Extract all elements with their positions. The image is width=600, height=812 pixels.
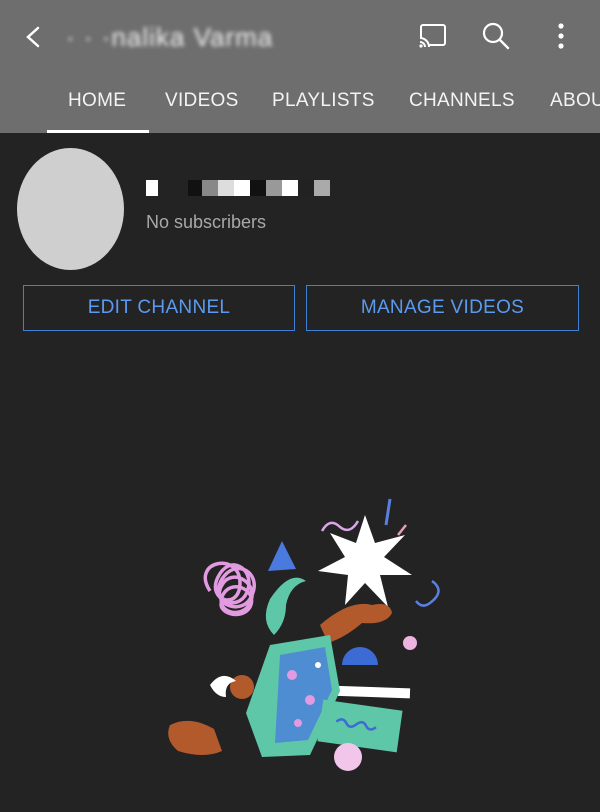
empty-channel-illustration xyxy=(168,498,440,771)
cast-button[interactable] xyxy=(414,18,450,54)
avatar[interactable] xyxy=(17,148,124,270)
manage-videos-button[interactable]: MANAGE VIDEOS xyxy=(306,285,579,331)
app-bar: · · ·nalika Varma HOME VIDEOS PLAYLISTS … xyxy=(0,0,600,133)
more-options-button[interactable] xyxy=(543,18,579,54)
channel-name-redacted xyxy=(146,178,356,198)
subscriber-count: No subscribers xyxy=(146,212,267,232)
more-vert-icon xyxy=(558,23,564,49)
search-button[interactable] xyxy=(478,18,514,54)
active-tab-indicator xyxy=(47,130,149,133)
tab-playlists[interactable]: PLAYLISTS xyxy=(272,80,375,133)
search-icon xyxy=(482,22,510,50)
back-arrow-icon xyxy=(26,26,40,48)
back-button[interactable] xyxy=(18,20,52,54)
tab-home[interactable]: HOME xyxy=(68,80,126,133)
tab-channels[interactable]: CHANNELS xyxy=(409,80,515,133)
channel-tabs: HOME VIDEOS PLAYLISTS CHANNELS ABOU xyxy=(0,80,600,133)
tab-about[interactable]: ABOU xyxy=(550,80,600,133)
channel-title: · · ·nalika Varma xyxy=(66,22,274,52)
cast-icon xyxy=(419,24,446,48)
tab-videos[interactable]: VIDEOS xyxy=(165,80,239,133)
edit-channel-button[interactable]: EDIT CHANNEL xyxy=(23,285,295,331)
